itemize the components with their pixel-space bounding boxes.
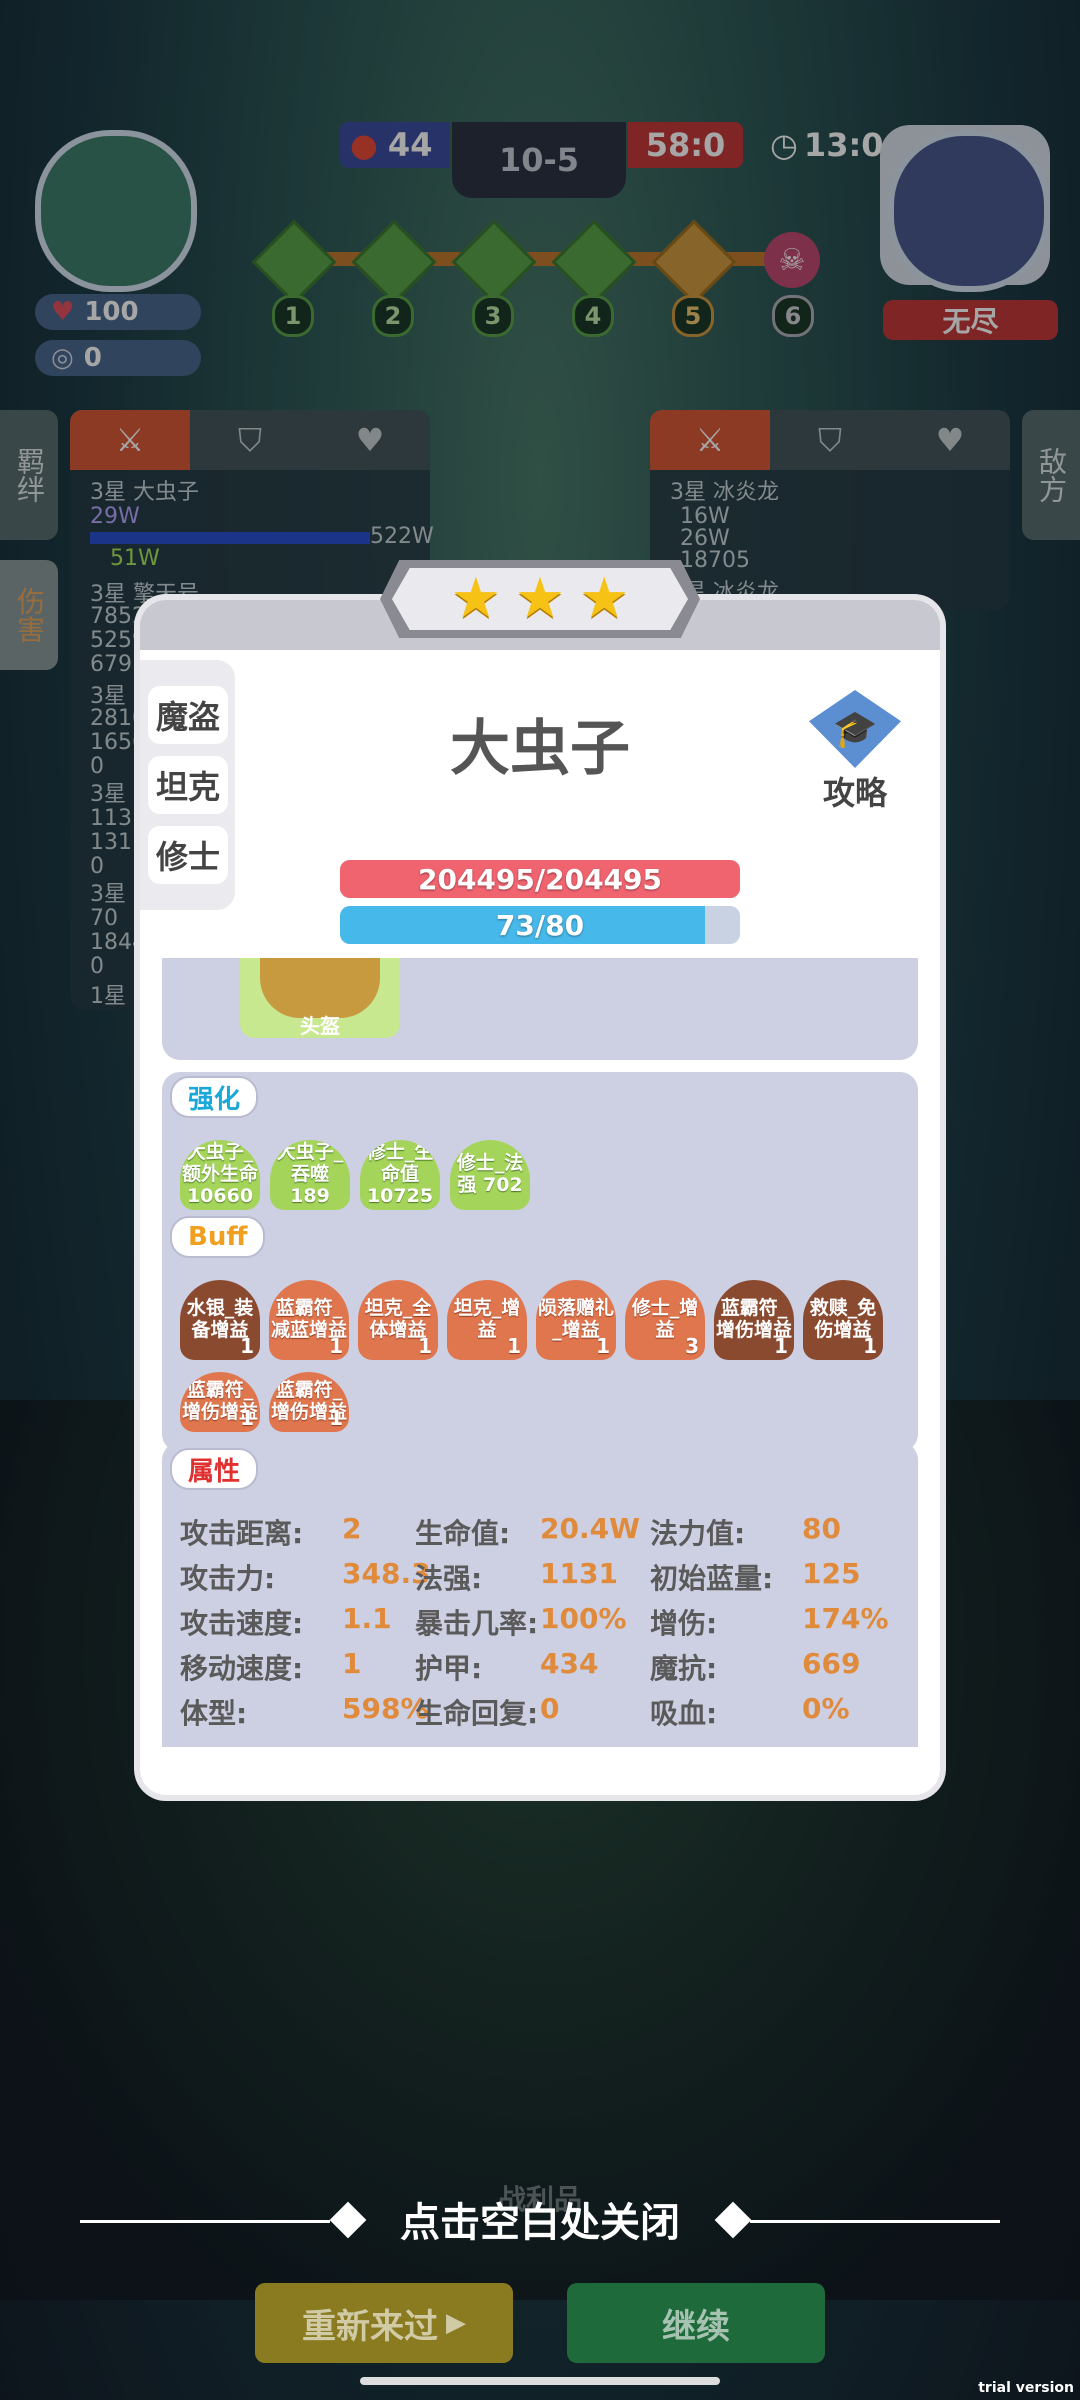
buff-item-count: 1 — [596, 1334, 610, 1358]
enhance-item[interactable]: 修士_法强 702 — [450, 1140, 530, 1210]
hp-bar-text: 204495/204495 — [417, 862, 662, 896]
mana-bar-text: 73/80 — [495, 908, 585, 942]
attribute-key: 吸血: — [650, 1697, 718, 1730]
helmet-icon — [260, 958, 380, 1018]
attributes-label: 属性 — [170, 1448, 259, 1490]
continue-button[interactable]: 继续 — [567, 2283, 825, 2363]
enhance-item-label: 大虫子_吞噬 189 — [276, 1141, 344, 1207]
class-tag[interactable]: 修士 — [148, 826, 228, 884]
enhance-item[interactable]: 修士_生命值 10725 — [360, 1140, 440, 1210]
attribute-key: 生命值: — [415, 1517, 511, 1550]
buff-item-count: 1 — [329, 1334, 343, 1358]
buff-item[interactable]: 水银_装备增益 1 — [180, 1280, 260, 1360]
retry-button[interactable]: 重新来过 ▶ — [255, 2283, 513, 2363]
attribute-key: 攻击力: — [180, 1562, 276, 1595]
buff-label: Buff — [170, 1216, 266, 1258]
guide-button[interactable]: 🎓 攻略 — [795, 690, 915, 814]
buff-item[interactable]: 陨落赠礼_增益 1 — [536, 1280, 616, 1360]
buff-item-count: 1 — [329, 1406, 343, 1430]
attribute-value: 20.4W — [540, 1512, 640, 1545]
buff-item-count: 1 — [418, 1334, 432, 1358]
star-rating: ★ ★ ★ — [392, 568, 688, 630]
attribute-value: 80 — [802, 1512, 841, 1545]
attribute-key: 增伤: — [650, 1607, 718, 1640]
enhance-item-label: 大虫子_额外生命 10660 — [181, 1141, 258, 1207]
unit-name: 大虫子 — [450, 714, 630, 784]
attribute-value: 1131 — [540, 1557, 618, 1590]
video-icon: ▶ — [446, 2308, 466, 2338]
attribute-value: 125 — [802, 1557, 861, 1590]
attribute-key: 体型: — [180, 1697, 248, 1730]
buff-item-count: 1 — [507, 1334, 521, 1358]
guide-label: 攻略 — [822, 774, 887, 812]
equipment-slot[interactable]: 头盔 — [240, 958, 400, 1038]
hint-divider-right — [750, 2220, 1000, 2223]
star-icon: ★ — [514, 566, 566, 631]
buff-item-count: 1 — [863, 1334, 877, 1358]
attribute-key: 护甲: — [415, 1652, 483, 1685]
buff-item[interactable]: 坦克_增益 1 — [447, 1280, 527, 1360]
home-indicator[interactable] — [360, 2377, 720, 2385]
equipment-label: 头盔 — [300, 1014, 340, 1038]
buff-item[interactable]: 修士_增益 3 — [625, 1280, 705, 1360]
enhance-label: 强化 — [170, 1076, 259, 1118]
attribute-value: 0 — [540, 1692, 560, 1725]
enhance-item[interactable]: 大虫子_额外生命 10660 — [180, 1140, 260, 1210]
buff-item[interactable]: 坦克_全体增益 1 — [358, 1280, 438, 1360]
enhance-item-label: 修士_法强 702 — [456, 1152, 524, 1196]
trial-watermark: trial version — [978, 2380, 1074, 2396]
attribute-key: 初始蓝量: — [650, 1562, 774, 1595]
graduation-cap-icon: 🎓 — [809, 690, 901, 768]
attribute-value: 669 — [802, 1647, 861, 1680]
retry-label: 重新来过 — [302, 2306, 438, 2347]
attribute-key: 攻击速度: — [180, 1607, 304, 1640]
buff-item[interactable]: 蓝霸符_增伤增益 1 — [714, 1280, 794, 1360]
buff-item[interactable]: 救赎_免伤增益 1 — [803, 1280, 883, 1360]
enhance-item-label: 修士_生命值 10725 — [366, 1141, 434, 1207]
attribute-key: 魔抗: — [650, 1652, 718, 1685]
class-tag[interactable]: 魔盗 — [148, 686, 228, 744]
attribute-key: 攻击距离: — [180, 1517, 304, 1550]
enhance-item[interactable]: 大虫子_吞噬 189 — [270, 1140, 350, 1210]
attribute-key: 移动速度: — [180, 1652, 304, 1685]
mana-bar: 73/80 — [340, 906, 740, 944]
hp-bar: 204495/204495 — [340, 860, 740, 898]
attribute-value: 100% — [540, 1602, 627, 1635]
attribute-key: 法力值: — [650, 1517, 746, 1550]
buff-item-count: 1 — [240, 1334, 254, 1358]
class-tag[interactable]: 坦克 — [148, 756, 228, 814]
attribute-key: 生命回复: — [415, 1697, 539, 1730]
star-icon: ★ — [450, 566, 501, 631]
attribute-value: 434 — [540, 1647, 599, 1680]
attribute-value: 0% — [802, 1692, 850, 1725]
buff-item-count: 1 — [774, 1334, 788, 1358]
attribute-key: 法强: — [415, 1562, 483, 1595]
loot-label: 战利品 — [497, 2183, 582, 2216]
buff-item[interactable]: 蓝霸符_减蓝增益 1 — [269, 1280, 349, 1360]
attribute-value: 1 — [342, 1647, 362, 1680]
buff-item-count: 1 — [240, 1406, 254, 1430]
buff-item-count: 3 — [685, 1334, 699, 1358]
attribute-key: 暴击几率: — [415, 1607, 539, 1640]
star-icon: ★ — [579, 566, 630, 631]
attribute-value: 2 — [342, 1512, 362, 1545]
attribute-value: 1.1 — [342, 1602, 392, 1635]
attribute-value: 174% — [802, 1602, 889, 1635]
continue-label: 继续 — [662, 2306, 730, 2347]
